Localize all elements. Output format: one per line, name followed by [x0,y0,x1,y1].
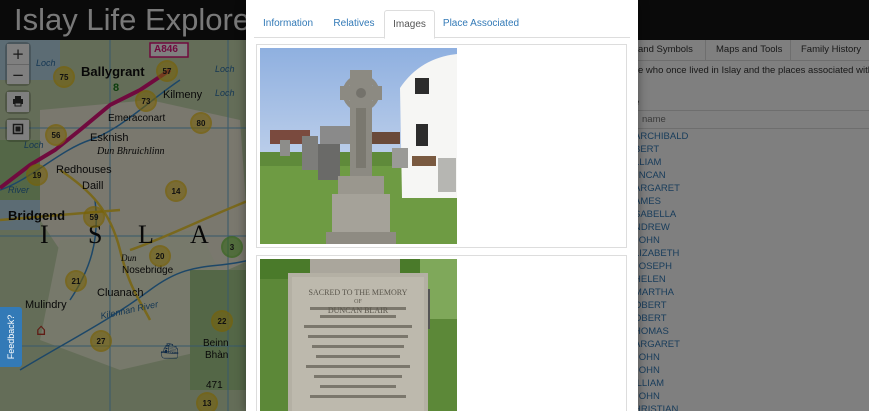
inscription-line: DUNCAN BLAIR [328,306,389,315]
tab-place-associated[interactable]: Place Associated [438,10,524,38]
modal-tabs: Information Relatives Images Place Assoc… [254,10,630,39]
inscribed-headstone-photo: SACRED TO THE MEMORY OF DUNCAN BLAIR [260,259,457,411]
gravestone-photo[interactable] [260,48,457,244]
celtic-cross-photo [260,48,457,244]
tab-images[interactable]: Images [384,10,435,39]
image-card [256,44,627,248]
feedback-tab[interactable]: Feedback? [0,307,22,367]
tab-information[interactable]: Information [254,10,322,38]
feedback-label: Feedback? [6,314,16,360]
inscription-line: OF [354,299,362,305]
image-card: SACRED TO THE MEMORY OF DUNCAN BLAIR [256,255,627,411]
inscription-line: SACRED TO THE MEMORY [309,288,408,297]
tab-relatives[interactable]: Relatives [326,10,382,38]
headstone-photo[interactable]: SACRED TO THE MEMORY OF DUNCAN BLAIR [260,259,457,411]
person-detail-modal: Information Relatives Images Place Assoc… [246,0,638,411]
